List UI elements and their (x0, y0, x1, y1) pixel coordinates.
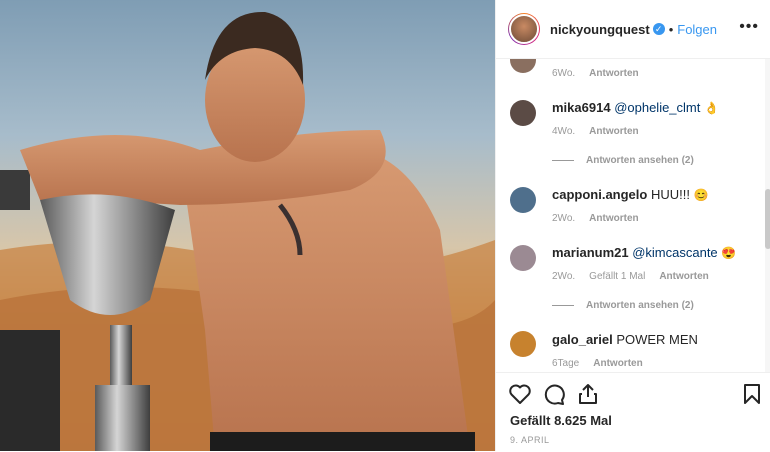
comment-username[interactable]: capponi.angelo (552, 187, 647, 202)
comment-likes[interactable]: Gefällt 1 Mal (589, 271, 645, 282)
comment-meta: 6Tage Antworten (552, 358, 657, 369)
comment-meta: 2Wo. Gefällt 1 Mal Antworten (552, 271, 723, 282)
view-replies-button[interactable]: Antworten ansehen (2) (552, 300, 694, 311)
instagram-post-window: nickyoungquest ✓ • Folgen ••• 6Wo. Antwor… (0, 0, 770, 451)
comment-avatar[interactable] (510, 245, 536, 271)
comment-time[interactable]: 6Tage (552, 358, 579, 369)
comment-username[interactable]: mika6914 (552, 100, 611, 115)
comment-emoji: 👌 (704, 101, 719, 115)
post-date[interactable]: 9. April (510, 435, 550, 445)
heart-icon[interactable] (508, 383, 532, 405)
comment-mention[interactable]: @ophelie_clmt (614, 100, 700, 115)
scrollbar-thumb[interactable] (765, 189, 770, 249)
reply-button[interactable]: Antworten (659, 271, 708, 282)
comments-scrollbar[interactable] (765, 59, 770, 372)
comment-meta: 6Wo. Antworten (552, 68, 653, 79)
thread-line (552, 160, 574, 161)
comment-time[interactable]: 2Wo. (552, 271, 575, 282)
author-username[interactable]: nickyoungquest (550, 22, 650, 37)
reply-button[interactable]: Antworten (589, 213, 638, 224)
post-header: nickyoungquest ✓ • Folgen ••• (496, 0, 770, 59)
comment-avatar[interactable] (510, 331, 536, 357)
comment-emoji: 😍 (721, 246, 737, 260)
comment-body: marianum21 @kimcascante 😍 (552, 245, 736, 260)
comment-text: HUU!!! (650, 187, 690, 202)
comment-time[interactable]: 6Wo. (552, 68, 575, 79)
view-replies-label: Antworten ansehen (2) (586, 155, 694, 166)
post-sidebar: nickyoungquest ✓ • Folgen ••• 6Wo. Antwor… (495, 0, 770, 451)
comment-emoji: 😊 (693, 188, 709, 202)
reply-button[interactable]: Antworten (589, 126, 638, 137)
comment-time[interactable]: 2Wo. (552, 213, 575, 224)
more-options-icon[interactable]: ••• (739, 18, 759, 36)
comment-avatar[interactable] (510, 59, 536, 73)
thread-line (552, 305, 574, 306)
follow-button[interactable]: Folgen (677, 22, 717, 37)
share-icon[interactable] (576, 383, 600, 405)
reply-button[interactable]: Antworten (589, 68, 638, 79)
comment-text: POWER MEN (616, 332, 698, 347)
comment-meta: 4Wo. Antworten (552, 126, 653, 137)
comment-body: galo_ariel POWER MEN (552, 332, 698, 347)
separator-dot: • (668, 21, 674, 37)
comments-list[interactable]: 6Wo. Antworten mika6914 @ophelie_clmt 👌 4… (496, 59, 770, 372)
author-avatar-image (509, 14, 539, 44)
comment-mention[interactable]: @kimcascante (632, 245, 717, 260)
author-avatar[interactable] (508, 13, 540, 45)
reply-button[interactable]: Antworten (593, 358, 642, 369)
comment-time[interactable]: 4Wo. (552, 126, 575, 137)
verified-badge-icon: ✓ (652, 23, 665, 35)
comment-body: capponi.angelo HUU!!! 😊 (552, 187, 709, 202)
comment-icon[interactable] (542, 383, 566, 405)
comment-avatar[interactable] (510, 187, 536, 213)
comment-avatar[interactable] (510, 100, 536, 126)
view-replies-label: Antworten ansehen (2) (586, 300, 694, 311)
comment-username[interactable]: marianum21 (552, 245, 629, 260)
comment-meta: 2Wo. Antworten (552, 213, 653, 224)
comment-body: mika6914 @ophelie_clmt 👌 (552, 100, 719, 115)
comment-username[interactable]: galo_ariel (552, 332, 613, 347)
photo-illustration (0, 11, 495, 451)
view-replies-button[interactable]: Antworten ansehen (2) (552, 155, 694, 166)
likes-count[interactable]: Gefällt 8.625 Mal (510, 413, 612, 428)
post-photo[interactable] (0, 0, 495, 451)
bookmark-icon[interactable] (742, 383, 762, 405)
post-actions: Gefällt 8.625 Mal 9. April (496, 372, 770, 452)
